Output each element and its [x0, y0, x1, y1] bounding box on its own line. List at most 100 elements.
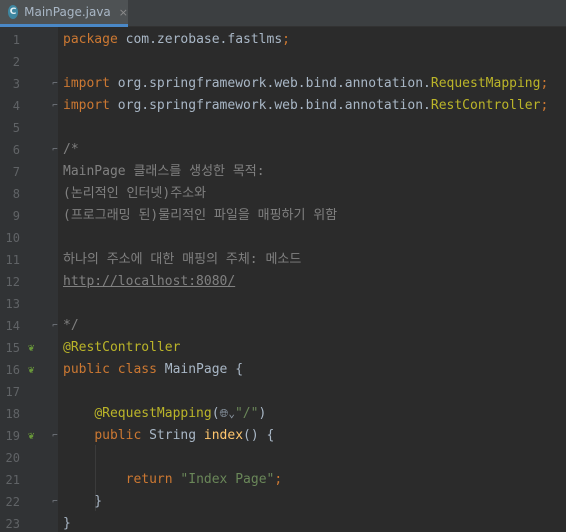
spring-web-endpoint-icon[interactable]: ❦ — [24, 429, 38, 443]
code-line[interactable]: 21 return "Index Page"; — [0, 469, 566, 491]
code-line[interactable]: 9 (프로그래밍 된)물리적인 파일을 매핑하기 위함 — [0, 205, 566, 227]
fold-icon[interactable]: ⌐ — [50, 144, 60, 156]
code-line[interactable]: 5 — [0, 117, 566, 139]
code-token: RestController — [430, 98, 541, 113]
fold-icon[interactable]: ⌐ — [50, 78, 60, 90]
code-text: @RestController — [63, 337, 180, 359]
code-line[interactable]: 20 — [0, 447, 566, 469]
code-token: /* — [63, 142, 79, 157]
fold-icon[interactable]: ⌐ — [50, 496, 60, 508]
url-link[interactable]: http://localhost:8080/ — [63, 274, 235, 289]
code-token: MainPage { — [164, 362, 244, 377]
code-token: ; — [274, 472, 283, 487]
code-line[interactable]: 14 ⌐ */ — [0, 315, 566, 337]
code-line[interactable]: 18 @RequestMapping(🌐︎⌄"/") — [0, 403, 566, 425]
code-token: (논리적인 인터넷)주소와 — [63, 186, 207, 201]
code-line[interactable]: 10 — [0, 227, 566, 249]
line-number: 5 — [12, 121, 20, 135]
code-line[interactable]: 8 (논리적인 인터넷)주소와 — [0, 183, 566, 205]
code-token: ; — [540, 98, 549, 113]
code-text: /* — [63, 139, 79, 161]
line-number: 2 — [12, 55, 20, 69]
code-token: org.springframework.web.bind.annotation. — [117, 98, 431, 113]
code-line[interactable]: 19 ❦ ⌐ public String index() { — [0, 425, 566, 447]
code-line[interactable]: 4 ⌐ import org.springframework.web.bind.an… — [0, 95, 566, 117]
code-line[interactable]: 15 ❦ @RestController — [0, 337, 566, 359]
line-number: 3 — [12, 77, 20, 91]
line-number: 18 — [5, 407, 20, 421]
tab-filename: MainPage.java — [24, 5, 111, 19]
globe-icon[interactable]: 🌐︎⌄ — [220, 407, 235, 420]
code-token: MainPage 클래스를 생성한 목적: — [63, 164, 265, 179]
code-line[interactable]: 23} — [0, 513, 566, 532]
line-number: 13 — [5, 297, 20, 311]
spring-bean-search-icon[interactable]: ❦ — [24, 363, 38, 377]
code-token: index — [203, 428, 244, 443]
code-text: import org.springframework.web.bind.anno… — [63, 73, 548, 95]
line-number: 7 — [12, 165, 20, 179]
line-number: 6 — [12, 143, 20, 157]
line-number: 23 — [5, 517, 20, 531]
code-text: return "Index Page"; — [63, 469, 283, 491]
code-editor[interactable]: 1 package com.zerobase.fastlms; 2 3 ⌐ import … — [0, 27, 566, 532]
code-line[interactable]: 13 — [0, 293, 566, 315]
spring-bean-icon[interactable]: ❦ — [24, 341, 38, 355]
code-token: public — [94, 428, 150, 443]
code-text: http://localhost:8080/ — [63, 271, 235, 293]
code-token: ( — [211, 406, 220, 421]
line-number: 16 — [5, 363, 20, 377]
code-token: public class — [63, 362, 165, 377]
fold-icon[interactable]: ⌐ — [50, 320, 60, 332]
line-number: 12 — [5, 275, 20, 289]
code-line[interactable]: 16 ❦ public class MainPage { — [0, 359, 566, 381]
tab-mainpage-java[interactable]: C MainPage.java × — [0, 0, 128, 27]
code-line[interactable]: 7 MainPage 클래스를 생성한 목적: — [0, 161, 566, 183]
code-line[interactable]: 22 ⌐ } — [0, 491, 566, 513]
editor-tab-bar: C MainPage.java × — [0, 0, 566, 27]
line-number: 21 — [5, 473, 20, 487]
code-line[interactable]: 3 ⌐ import org.springframework.web.bind.an… — [0, 73, 566, 95]
line-number: 19 — [5, 429, 20, 443]
line-number: 10 — [5, 231, 20, 245]
code-token: import — [63, 76, 118, 91]
code-token: ; — [540, 76, 549, 91]
code-token: } — [63, 516, 71, 531]
code-text: import org.springframework.web.bind.anno… — [63, 95, 548, 117]
line-number: 8 — [12, 187, 20, 201]
code-line[interactable]: 2 — [0, 51, 566, 73]
code-text: MainPage 클래스를 생성한 목적: — [63, 161, 265, 183]
code-token: "Index Page" — [180, 472, 275, 487]
code-text: package com.zerobase.fastlms; — [63, 29, 290, 51]
code-line[interactable]: 6 ⌐/* — [0, 139, 566, 161]
code-token: "/" — [234, 406, 259, 421]
code-line[interactable]: 1 package com.zerobase.fastlms; — [0, 29, 566, 51]
code-token: com.zerobase.fastlms — [125, 32, 283, 47]
code-text: 하나의 주소에 대한 매핑의 주체: 메소드 — [63, 249, 301, 271]
line-number: 20 — [5, 451, 20, 465]
code-line[interactable]: 11 하나의 주소에 대한 매핑의 주체: 메소드 — [0, 249, 566, 271]
code-token: 하나의 주소에 대한 매핑의 주체: 메소드 — [63, 252, 302, 267]
code-text: */ — [63, 315, 79, 337]
code-token: */ — [63, 318, 79, 333]
code-token: } — [63, 494, 103, 509]
line-number: 1 — [12, 33, 20, 47]
fold-icon[interactable]: ⌐ — [50, 100, 60, 112]
code-line[interactable]: 17 — [0, 381, 566, 403]
code-token: (프로그래밍 된)물리적인 파일을 매핑하기 위함 — [63, 208, 338, 223]
code-text: (논리적인 인터넷)주소와 — [63, 183, 206, 205]
ide-window: C MainPage.java × 1 package com.zerobase.… — [0, 0, 566, 532]
code-token: package — [63, 32, 126, 47]
line-number: 17 — [5, 385, 20, 399]
java-class-icon: C — [8, 5, 19, 19]
fold-icon[interactable]: ⌐ — [50, 430, 60, 442]
code-line[interactable]: 12 http://localhost:8080/ — [0, 271, 566, 293]
code-text: } — [63, 513, 71, 532]
close-icon[interactable]: × — [119, 6, 128, 19]
line-number: 22 — [5, 495, 20, 509]
code-token: return — [125, 472, 181, 487]
code-text: public String index() { — [63, 425, 274, 447]
line-number: 9 — [12, 209, 20, 223]
